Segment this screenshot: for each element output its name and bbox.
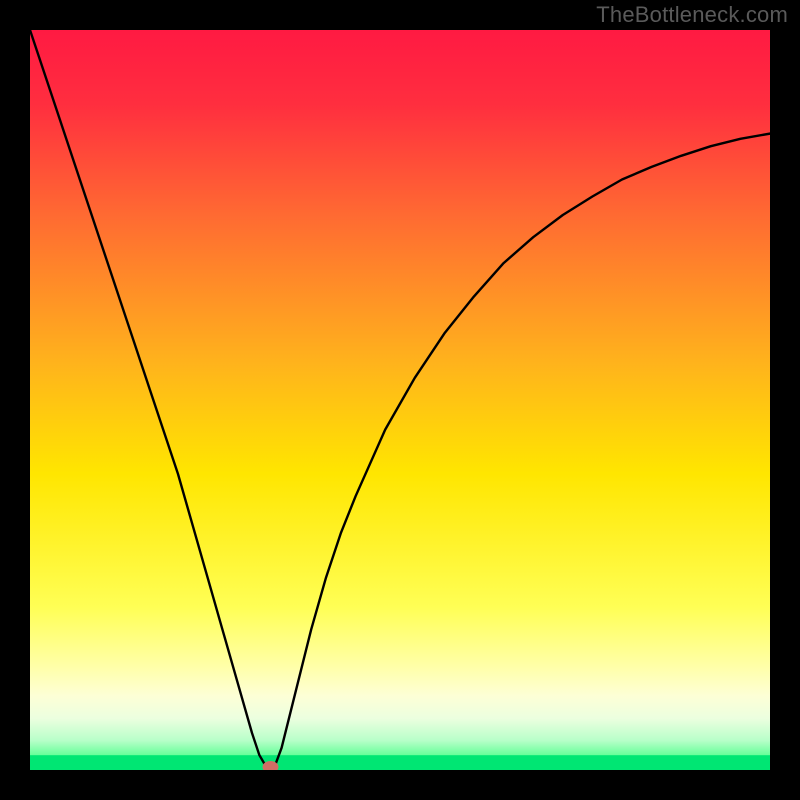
chart-frame: TheBottleneck.com	[0, 0, 800, 800]
plot-area	[30, 30, 770, 770]
bottleneck-curve-chart	[30, 30, 770, 770]
light-green-band	[30, 689, 770, 756]
watermark-text: TheBottleneck.com	[596, 2, 788, 28]
gradient-background	[30, 30, 770, 770]
green-band	[30, 755, 770, 770]
